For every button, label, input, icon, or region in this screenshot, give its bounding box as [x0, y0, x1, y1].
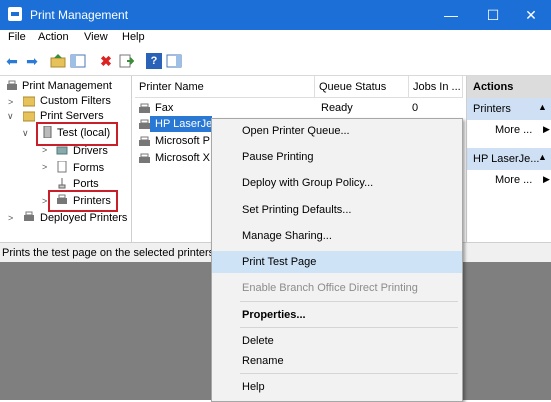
- show-hide-tree-icon[interactable]: [70, 53, 86, 69]
- tree-forms[interactable]: Forms: [73, 162, 104, 174]
- printer-name: Fax: [155, 102, 174, 114]
- column-header-queue-status[interactable]: Queue Status: [315, 76, 409, 98]
- expand-chevron-icon[interactable]: >: [8, 213, 13, 223]
- show-action-pane-icon[interactable]: [166, 53, 182, 69]
- printer-name: Microsoft X: [155, 152, 211, 164]
- menu-set-printing-defaults[interactable]: Set Printing Defaults...: [212, 199, 462, 221]
- menu-separator: [240, 373, 458, 374]
- print-management-app-icon: [8, 7, 22, 21]
- more-actions-link[interactable]: More ...: [495, 174, 532, 186]
- menu-delete[interactable]: Delete: [212, 330, 462, 352]
- context-menu: Open Printer Queue... Pause Printing Dep…: [211, 118, 463, 402]
- up-folder-icon[interactable]: [50, 53, 66, 69]
- tree-custom-filters[interactable]: Custom Filters: [40, 95, 111, 107]
- minimize-button[interactable]: —: [431, 0, 471, 30]
- tree-drivers[interactable]: Drivers: [73, 145, 108, 157]
- menu-pause-printing[interactable]: Pause Printing: [212, 146, 462, 168]
- submenu-arrow-icon: ▶: [543, 124, 550, 134]
- printer-icon: [139, 136, 150, 146]
- printer-icon: [139, 153, 150, 163]
- menu-view[interactable]: View: [84, 31, 108, 43]
- tree-print-servers[interactable]: Print Servers: [40, 110, 104, 122]
- more-actions-link[interactable]: More ...: [495, 124, 532, 136]
- section-label: HP LaserJe...: [473, 153, 540, 165]
- column-header-jobs[interactable]: Jobs In ...: [409, 76, 463, 98]
- menu-properties[interactable]: Properties...: [212, 304, 462, 326]
- menu-open-printer-queue[interactable]: Open Printer Queue...: [212, 120, 462, 142]
- ports-icon: [58, 178, 66, 189]
- column-header-printer-name[interactable]: Printer Name: [135, 76, 315, 98]
- expand-chevron-icon[interactable]: >: [42, 162, 47, 172]
- menu-action[interactable]: Action: [38, 31, 69, 43]
- highlight-box-printers: [48, 190, 118, 212]
- queue-status: Ready: [321, 102, 353, 114]
- collapse-chevron-icon[interactable]: ∨: [22, 128, 29, 139]
- menu-deploy-group-policy[interactable]: Deploy with Group Policy...: [212, 172, 462, 194]
- status-text: Prints the test page on the selected pri…: [2, 247, 218, 259]
- actions-section-hp-laserjet[interactable]: HP LaserJe... ▲: [467, 148, 551, 170]
- tree-deployed-printers[interactable]: Deployed Printers: [40, 212, 127, 224]
- actions-section-printers[interactable]: Printers ▲: [467, 98, 551, 120]
- print-servers-folder-icon: [23, 111, 35, 122]
- print-management-icon: [7, 80, 17, 90]
- help-icon[interactable]: ?: [146, 53, 162, 69]
- delete-x-icon[interactable]: ✖: [98, 53, 114, 69]
- printer-icon: [139, 119, 150, 129]
- actions-header: Actions: [467, 76, 551, 98]
- forward-arrow-icon[interactable]: ➡: [24, 53, 40, 69]
- collapse-chevron-icon[interactable]: ∨: [7, 111, 14, 122]
- section-label: Printers: [473, 103, 511, 115]
- toolbar: ⬅ ➡ ✖ ?: [0, 47, 551, 76]
- highlight-box-server: [36, 122, 118, 146]
- tree-root[interactable]: Print Management: [22, 80, 112, 92]
- menu-help[interactable]: Help: [212, 376, 462, 398]
- printer-icon: [139, 103, 150, 113]
- menu-help[interactable]: Help: [122, 31, 145, 43]
- window-title: Print Management: [30, 8, 129, 22]
- expand-chevron-icon[interactable]: >: [8, 97, 13, 107]
- menu-rename[interactable]: Rename: [212, 350, 462, 372]
- export-list-icon[interactable]: [118, 53, 135, 69]
- menu-bar: File Action View Help: [0, 30, 551, 47]
- close-button[interactable]: ✕: [511, 0, 551, 30]
- forms-icon: [57, 161, 67, 173]
- menu-manage-sharing[interactable]: Manage Sharing...: [212, 225, 462, 247]
- tree-ports[interactable]: Ports: [73, 178, 99, 190]
- maximize-button[interactable]: ☐: [473, 0, 513, 30]
- collapse-up-icon[interactable]: ▲: [538, 102, 547, 112]
- actions-pane: Actions Printers ▲ More ... ▶ HP LaserJe…: [466, 76, 551, 242]
- expand-chevron-icon[interactable]: >: [42, 145, 47, 155]
- menu-separator: [240, 301, 458, 302]
- jobs-count: 0: [412, 102, 419, 114]
- menu-print-test-page[interactable]: Print Test Page: [212, 251, 462, 273]
- collapse-up-icon[interactable]: ▲: [538, 152, 547, 162]
- menu-separator: [240, 327, 458, 328]
- actions-title: Actions: [473, 81, 514, 93]
- expand-chevron-icon[interactable]: >: [42, 196, 47, 206]
- filter-folder-icon: [23, 96, 35, 107]
- printer-name: HP LaserJet: [155, 118, 216, 130]
- title-bar[interactable]: Print Management — ☐ ✕: [0, 0, 551, 30]
- menu-enable-branch-office-direct-printing[interactable]: Enable Branch Office Direct Printing: [212, 277, 462, 299]
- deployed-printers-icon: [24, 211, 34, 221]
- back-arrow-icon[interactable]: ⬅: [4, 53, 20, 69]
- printer-name: Microsoft P: [155, 135, 211, 147]
- navigation-tree: Print Management > Custom Filters ∨ Prin…: [0, 76, 132, 242]
- submenu-arrow-icon: ▶: [543, 174, 550, 184]
- menu-file[interactable]: File: [8, 31, 26, 43]
